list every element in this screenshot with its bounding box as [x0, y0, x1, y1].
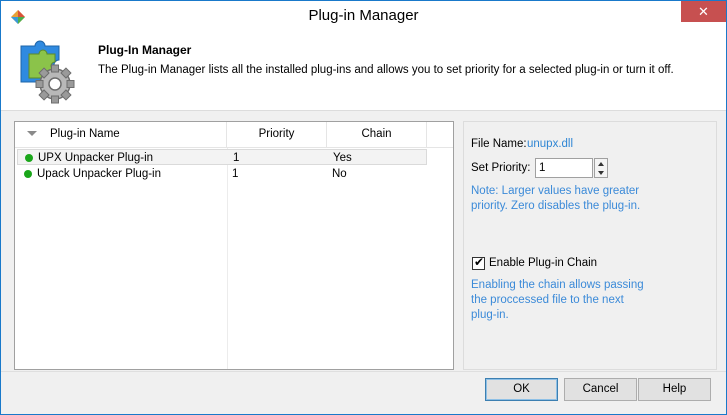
file-name-value[interactable]: unupx.dll	[527, 138, 573, 150]
column-label: Priority	[258, 128, 295, 140]
help-button[interactable]: Help	[638, 378, 711, 401]
status-enabled-icon	[25, 154, 33, 162]
priority-label: Set Priority:	[471, 162, 531, 174]
spin-up-icon[interactable]	[598, 162, 604, 166]
checkmark-icon: ✔	[474, 255, 485, 269]
enable-chain-checkbox[interactable]: ✔	[472, 255, 485, 270]
file-name-label: File Name:	[471, 138, 527, 150]
close-button[interactable]: ✕	[681, 1, 726, 22]
list-item[interactable]: Upack Unpacker Plug-in 1 No	[17, 166, 427, 182]
header-panel: Plug-In Manager The Plug-in Manager list…	[1, 32, 726, 111]
plugin-name: Upack Unpacker Plug-in	[37, 168, 162, 180]
plugin-name: UPX Unpacker Plug-in	[38, 152, 154, 164]
chain-note-line: the proccessed file to the next	[471, 294, 624, 306]
title-bar[interactable]: Plug-in Manager ✕	[1, 1, 726, 32]
spin-down-icon[interactable]	[598, 171, 604, 175]
header-description: The Plug-in Manager lists all the instal…	[98, 64, 674, 76]
plugin-priority: 1	[232, 168, 239, 180]
window-title: Plug-in Manager	[308, 7, 419, 24]
plugin-chain: Yes	[333, 152, 352, 164]
chain-note-line: plug-in.	[471, 309, 509, 321]
list-header: Plug-in Name Priority Chain	[15, 122, 453, 148]
column-header-priority[interactable]: Priority	[227, 122, 327, 148]
column-label: Plug-in Name	[50, 128, 120, 140]
footer-bar: OK Cancel Help	[1, 371, 726, 414]
priority-note: Note: Larger values have greater priorit…	[471, 184, 640, 214]
main-body: Plug-in Name Priority Chain UPX Unpacker…	[1, 111, 726, 371]
list-item[interactable]: UPX Unpacker Plug-in 1 Yes	[17, 149, 427, 165]
priority-spinner[interactable]: 1	[535, 158, 609, 178]
priority-note-line: priority. Zero disables the plug-in.	[471, 200, 641, 212]
spinner-buttons[interactable]	[594, 158, 608, 178]
sort-arrow-icon	[27, 131, 37, 136]
close-icon: ✕	[698, 4, 709, 19]
plugin-chain: No	[332, 168, 347, 180]
status-enabled-icon	[24, 170, 32, 178]
column-header-plugin-name[interactable]: Plug-in Name	[15, 122, 227, 148]
plugin-manager-window: Plug-in Manager ✕ Plug-In Manager The Pl…	[0, 0, 727, 415]
ok-button[interactable]: OK	[485, 378, 558, 401]
plugin-gear-icon	[20, 40, 75, 104]
column-header-chain[interactable]: Chain	[327, 122, 427, 148]
priority-input[interactable]: 1	[535, 158, 593, 178]
properties-panel: File Name: unupx.dll Set Priority: 1 Not…	[463, 121, 717, 370]
priority-note-line: Note: Larger values have greater	[471, 185, 640, 197]
plugin-priority: 1	[233, 152, 240, 164]
cancel-button[interactable]: Cancel	[564, 378, 637, 401]
chain-note: Enabling the chain allows passing the pr…	[471, 278, 644, 323]
header-title: Plug-In Manager	[98, 43, 192, 57]
plugin-list[interactable]: Plug-in Name Priority Chain UPX Unpacker…	[14, 121, 454, 370]
column-label: Chain	[361, 128, 392, 140]
chain-note-line: Enabling the chain allows passing	[471, 279, 644, 291]
enable-chain-label[interactable]: Enable Plug-in Chain	[489, 257, 597, 269]
